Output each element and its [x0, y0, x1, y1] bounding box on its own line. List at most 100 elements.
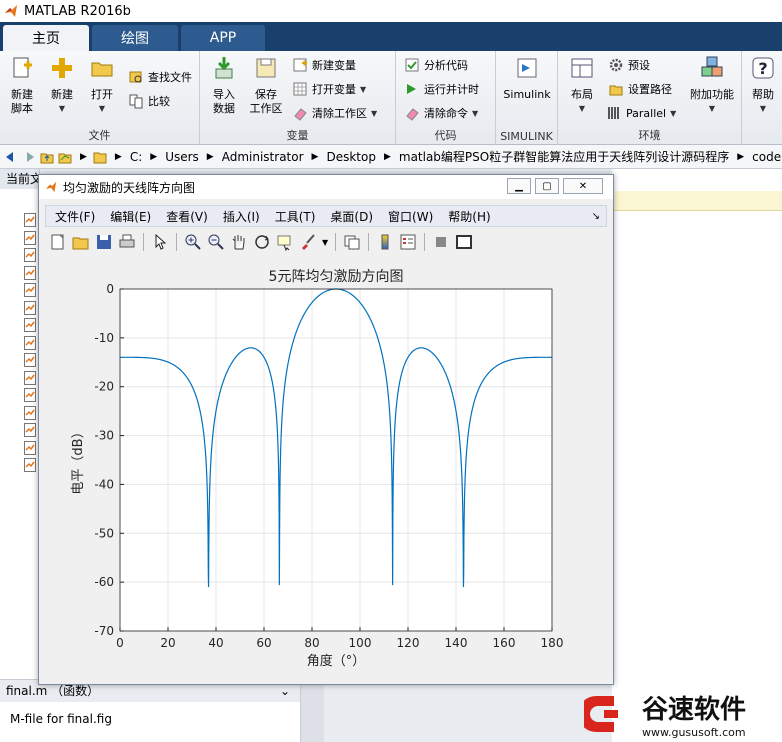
menu-more-icon[interactable]: ↘: [592, 211, 600, 222]
clear-workspace-button[interactable]: 清除工作区 ▼: [292, 103, 377, 123]
m-file-icon[interactable]: [24, 213, 36, 227]
m-file-icon[interactable]: [24, 335, 36, 350]
back-icon[interactable]: [4, 150, 18, 164]
pan-hand-icon[interactable]: [230, 233, 248, 251]
link-plot-icon[interactable]: [343, 233, 361, 251]
layout-icon: [571, 58, 593, 78]
print-icon[interactable]: [118, 233, 136, 251]
figure-window[interactable]: 均匀激励的天线阵方向图 ▁ ▢ ✕ 文件(F) 编辑(E) 查看(V) 插入(I…: [38, 174, 614, 685]
menu-insert[interactable]: 插入(I): [223, 208, 260, 225]
folder-icon: [91, 62, 113, 77]
breadcrumb-item[interactable]: matlab编程PSO粒子群智能算法应用于天线阵列设计源码程序: [399, 148, 729, 165]
legend-icon[interactable]: [399, 233, 417, 251]
import-data-button[interactable]: 导入 数据: [204, 55, 244, 116]
breadcrumb-item[interactable]: C:: [130, 150, 142, 164]
run-and-time-button[interactable]: 运行并计时: [404, 79, 479, 99]
menu-file[interactable]: 文件(F): [55, 208, 95, 225]
data-point: [206, 450, 207, 451]
forward-icon[interactable]: [22, 150, 36, 164]
analyze-code-button[interactable]: 分析代码: [404, 55, 468, 75]
ribbon-group-code: 分析代码 运行并计时 清除命令 ▼ 代码: [396, 51, 496, 145]
new-variable-icon: [293, 58, 307, 72]
m-file-icon[interactable]: [24, 283, 36, 297]
breadcrumb-item[interactable]: Administrator: [222, 150, 304, 164]
m-file-icon[interactable]: [24, 318, 36, 332]
data-point: [347, 294, 348, 295]
open-file-icon[interactable]: [72, 233, 90, 251]
save-workspace-button[interactable]: 保存 工作区: [246, 55, 286, 116]
data-point: [472, 401, 473, 402]
m-file-icon[interactable]: [24, 405, 36, 420]
menu-help[interactable]: 帮助(H): [448, 208, 490, 225]
new-script-button[interactable]: 新建 脚本: [2, 55, 42, 116]
tab-plots[interactable]: 绘图: [92, 25, 178, 51]
hide-plot-tools-icon[interactable]: [432, 233, 450, 251]
address-bar[interactable]: ▶ ▶ C: ▶ Users ▶ Administrator ▶ Desktop…: [0, 145, 782, 169]
save-icon[interactable]: [95, 233, 113, 251]
up-folder-icon[interactable]: [40, 150, 54, 164]
data-point: [323, 294, 324, 295]
new-button[interactable]: 新建 ▼: [42, 55, 82, 116]
new-variable-button[interactable]: 新建变量: [292, 55, 356, 75]
zoom-in-icon[interactable]: [184, 233, 202, 251]
m-file-icon[interactable]: [24, 265, 36, 280]
colorbar-icon[interactable]: [376, 233, 394, 251]
m-file-icon[interactable]: [24, 353, 36, 367]
tab-apps[interactable]: APP: [181, 25, 265, 51]
breadcrumb-item[interactable]: code: [752, 150, 781, 164]
parallel-button[interactable]: Parallel ▼: [606, 103, 676, 123]
show-plot-tools-icon[interactable]: [455, 233, 473, 251]
m-file-icon[interactable]: [24, 423, 36, 437]
svg-text:?: ?: [758, 59, 767, 78]
menu-edit[interactable]: 编辑(E): [110, 208, 151, 225]
clear-commands-button[interactable]: 清除命令 ▼: [404, 103, 478, 123]
breadcrumb-item[interactable]: Users: [165, 150, 199, 164]
m-file-icon[interactable]: [24, 440, 36, 455]
menu-tools[interactable]: 工具(T): [275, 208, 316, 225]
dropdown-arrow-icon: ▼: [759, 104, 767, 113]
maximize-button[interactable]: ▢: [535, 178, 559, 194]
preferences-button[interactable]: 预设: [608, 55, 650, 75]
open-variable-button[interactable]: 打开变量 ▼: [292, 79, 366, 99]
simulink-button[interactable]: Simulink: [502, 55, 552, 102]
toolbar-separator: [335, 233, 337, 251]
new-figure-icon[interactable]: [49, 233, 67, 251]
data-cursor-icon[interactable]: [276, 233, 294, 251]
menu-desktop[interactable]: 桌面(D): [330, 208, 373, 225]
x-tick-label: 120: [397, 636, 420, 650]
compare-button[interactable]: 比较: [128, 91, 170, 111]
find-files-button[interactable]: 查找文件: [128, 67, 192, 87]
brush-icon[interactable]: [299, 233, 317, 251]
rotate-3d-icon[interactable]: [253, 233, 271, 251]
close-button[interactable]: ✕: [563, 178, 603, 194]
data-point: [371, 332, 372, 333]
minimize-button[interactable]: ▁: [507, 178, 531, 194]
set-path-button[interactable]: 设置路径: [608, 79, 672, 99]
path-separator-icon: ▶: [311, 151, 319, 162]
matlab-logo-icon: [5, 5, 17, 17]
pointer-arrow-icon[interactable]: [151, 233, 169, 251]
tab-home[interactable]: 主页: [3, 25, 89, 51]
m-file-icon[interactable]: [24, 300, 36, 315]
m-file-icon[interactable]: [24, 230, 36, 245]
menu-window[interactable]: 窗口(W): [388, 208, 433, 225]
x-tick-label: 180: [541, 636, 564, 650]
breadcrumb-item[interactable]: Desktop: [326, 150, 376, 164]
dropdown-arrow-icon[interactable]: ▼: [322, 238, 328, 247]
x-tick-label: 160: [493, 636, 516, 650]
menu-view[interactable]: 查看(V): [166, 208, 208, 225]
addons-button[interactable]: 附加功能 ▼: [686, 55, 738, 116]
m-file-icon[interactable]: [24, 458, 36, 472]
watermark-logo: 谷速软件 www.gususoft.com: [584, 695, 746, 739]
panel-divider[interactable]: [300, 679, 324, 742]
zoom-out-icon[interactable]: [207, 233, 225, 251]
browse-folder-icon[interactable]: [58, 150, 72, 164]
watermark-url: www.gususoft.com: [642, 726, 746, 739]
m-file-icon[interactable]: [24, 388, 36, 402]
layout-button[interactable]: 布局 ▼: [562, 55, 602, 116]
m-file-icon[interactable]: [24, 248, 36, 262]
figure-titlebar[interactable]: 均匀激励的天线阵方向图 ▁ ▢ ✕: [39, 175, 613, 199]
help-button[interactable]: ? 帮助 ▼: [744, 55, 782, 116]
open-button[interactable]: 打开 ▼: [82, 55, 122, 116]
m-file-icon[interactable]: [24, 370, 36, 385]
